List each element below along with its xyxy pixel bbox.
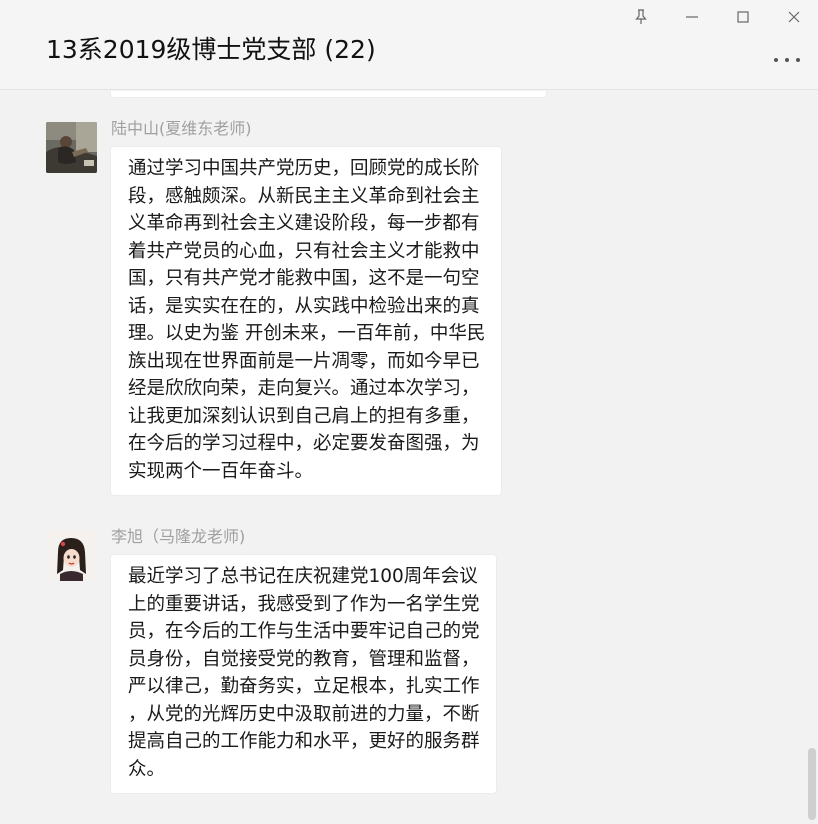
maximize-icon: [737, 11, 749, 23]
message-line: 义革命再到社会主义建设阶段，每一步都有: [128, 213, 480, 234]
sender-name: 李旭（马隆龙老师): [111, 527, 246, 546]
more-icon: [774, 58, 800, 62]
chat-header: 13系2019级博士党支部 (22): [0, 0, 818, 90]
scrollbar-thumb[interactable]: [808, 748, 816, 820]
message-line: 最近学习了总书记在庆祝建党100周年会议: [128, 566, 478, 587]
scrollbar-track[interactable]: [804, 91, 818, 824]
message-list[interactable]: 陆中山(夏维东老师) 通过学习中国共产党历史，回顾党的成长阶 段，感触颇深。从新…: [0, 91, 818, 824]
message-line: 国，只有共产党才能救中国，这不是一句空: [128, 268, 480, 289]
avatar-cartoon-girl-icon: [46, 530, 97, 581]
chat-title: 13系2019级博士党支部 (22): [46, 35, 376, 64]
maximize-button[interactable]: [728, 4, 758, 30]
message-line: 理。以史为鉴 开创未来，一百年前，中华民: [128, 323, 486, 344]
message-line: 员身份，自觉接受党的教育，管理和监督，: [128, 648, 480, 670]
minimize-icon: [686, 16, 698, 18]
minimize-button[interactable]: [677, 4, 707, 30]
message-line: 实现两个一百年奋斗。: [128, 460, 314, 482]
message-line: 众。: [128, 758, 166, 780]
message-line: 提高自己的工作能力和水平，更好的服务群: [128, 731, 480, 752]
message-line: 员，在今后的工作与生活中要牢记自己的党: [128, 621, 480, 642]
avatar[interactable]: [46, 122, 97, 173]
sender-name: 陆中山(夏维东老师): [111, 119, 252, 138]
previous-message-bubble: [110, 91, 547, 98]
message-line: 通过学习中国共产党历史，回顾党的成长阶: [128, 158, 480, 179]
avatar[interactable]: [46, 530, 97, 581]
message-line: 着共产党员的心血，只有社会主义才能救中: [128, 240, 480, 262]
message-line: 段，感触颇深。从新民主主义革命到社会主: [128, 185, 480, 207]
message-line: 严以律己，勤奋务实，立足根本，扎实工作: [128, 676, 480, 697]
message-line: 经是欣欣向荣，走向复兴。通过本次学习，: [128, 378, 480, 399]
message-bubble[interactable]: 通过学习中国共产党历史，回顾党的成长阶 段，感触颇深。从新民主主义革命到社会主 …: [110, 146, 503, 496]
message-line: ，从党的光辉历史中汲取前进的力量，不断: [128, 703, 480, 725]
avatar-photo-icon: [46, 122, 97, 173]
message-line: 在今后的学习过程中，必定要发奋图强，为: [128, 433, 480, 454]
close-icon: [788, 11, 800, 23]
message-bubble[interactable]: 最近学习了总书记在庆祝建党100周年会议 上的重要讲话，我感受到了作为一名学生党…: [110, 554, 497, 794]
message-line: 话，是实实在在的，从实践中检验出来的真: [128, 295, 480, 317]
pin-icon: [635, 9, 647, 24]
pin-button[interactable]: [626, 4, 656, 30]
more-button[interactable]: [772, 48, 802, 72]
message-line: 让我更加深刻认识到自己肩上的担有多重，: [128, 405, 480, 427]
message-line: 族出现在世界面前是一片凋零，而如今早已: [128, 350, 480, 372]
message-line: 上的重要讲话，我感受到了作为一名学生党: [128, 593, 480, 615]
close-button[interactable]: [779, 4, 809, 30]
